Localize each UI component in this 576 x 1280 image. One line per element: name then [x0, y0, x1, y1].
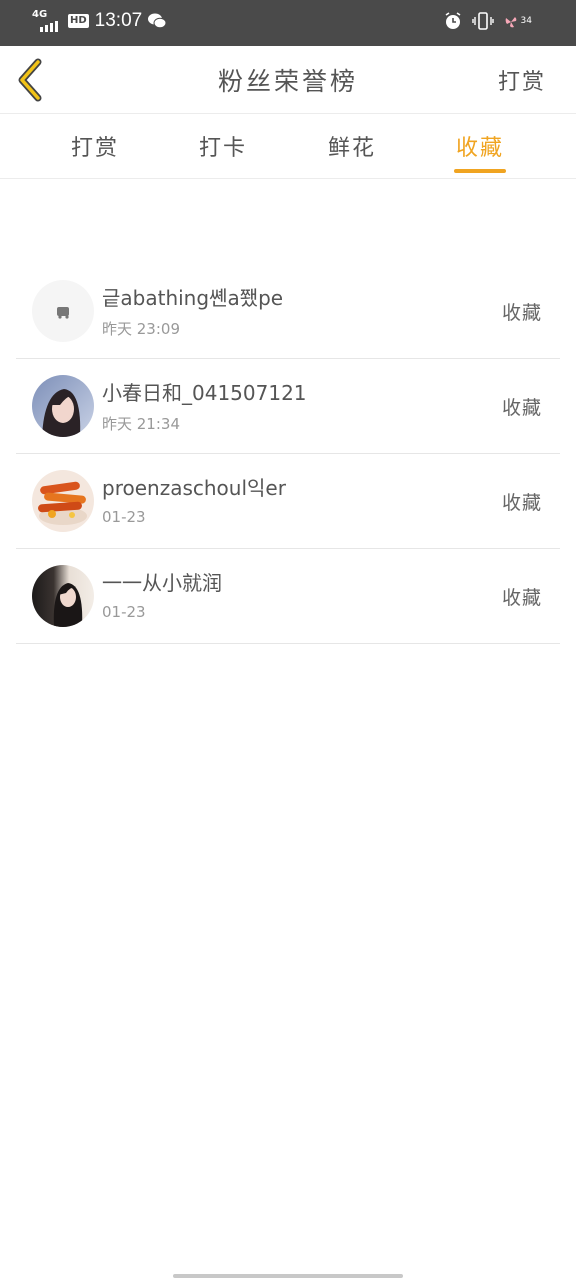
- reward-button[interactable]: 打赏: [498, 64, 546, 96]
- network-type: 4G: [32, 9, 48, 20]
- tab-favorites[interactable]: 收藏: [440, 130, 520, 162]
- tab-bar: 打赏 打卡 鲜花 收藏: [0, 114, 576, 179]
- fan-time: 昨天 23:09: [102, 320, 180, 338]
- signal-icon: 4G: [32, 10, 62, 32]
- page-title: 粉丝荣誉榜: [217, 67, 358, 96]
- status-right: 34: [444, 12, 532, 34]
- fan-name: proenzaschoul익er: [102, 476, 286, 500]
- girl-portrait-avatar: [32, 375, 94, 437]
- favorite-label: 收藏: [501, 492, 542, 514]
- list-item[interactable]: 小春日和_041507121 昨天 21:34 收藏: [16, 359, 560, 454]
- home-indicator[interactable]: [173, 1274, 403, 1278]
- header-bar: 粉丝荣誉榜 打赏: [0, 46, 576, 114]
- fan-name: 긑abathing쏀a쬈pe: [102, 286, 284, 310]
- vibrate-icon: [471, 12, 494, 34]
- fan-time: 昨天 21:34: [102, 415, 180, 433]
- list-item[interactable]: 一一从小就润 01-23 收藏: [16, 549, 560, 644]
- status-bar: 4G HD 13:07 34: [0, 0, 576, 46]
- tab-flowers[interactable]: 鲜花: [312, 130, 392, 162]
- fan-name: 小春日和_041507121: [102, 381, 307, 405]
- tab-checkin[interactable]: 打卡: [183, 130, 263, 162]
- hd-badge: HD: [68, 14, 89, 28]
- tab-reward[interactable]: 打赏: [55, 130, 135, 162]
- list-item[interactable]: 긑abathing쏀a쬈pe 昨天 23:09 收藏: [16, 264, 560, 359]
- alarm-icon: [444, 12, 462, 34]
- status-left: 4G HD 13:07: [32, 10, 167, 32]
- wechat-icon: [148, 13, 167, 29]
- fan-list: 긑abathing쏀a쬈pe 昨天 23:09 收藏 小春日和_04150712…: [16, 264, 560, 644]
- girl-dark-hair-avatar: [32, 565, 94, 627]
- food-avatar: [32, 470, 94, 532]
- favorite-label: 收藏: [501, 587, 542, 609]
- tab-active-indicator: [454, 169, 506, 173]
- status-time: 13:07: [94, 10, 143, 31]
- default-avatar: [32, 280, 94, 342]
- list-item[interactable]: proenzaschoul익er 01-23 收藏: [16, 454, 560, 549]
- fan-name: 一一从小就润: [102, 571, 222, 595]
- battery-icon: 34: [504, 15, 532, 32]
- fan-time: 01-23: [102, 603, 146, 621]
- favorite-label: 收藏: [501, 302, 542, 324]
- favorite-label: 收藏: [501, 397, 542, 419]
- battery-level: 34: [520, 15, 532, 26]
- fan-time: 01-23: [102, 508, 146, 526]
